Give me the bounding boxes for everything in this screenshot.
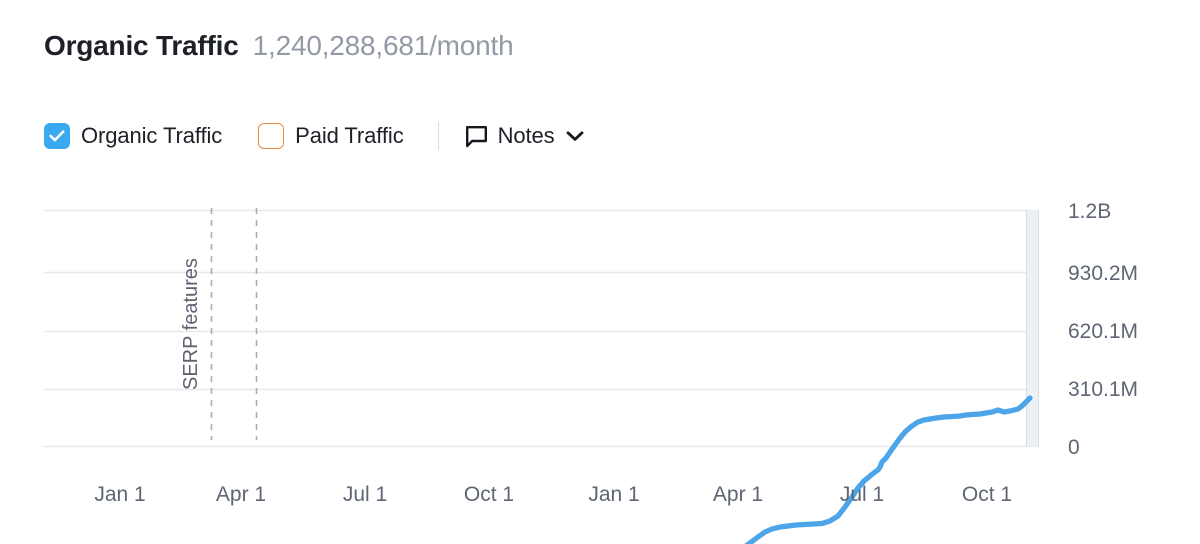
y-tick-label: 1.2B: [1068, 200, 1111, 223]
x-tick-label: Jan 1: [588, 483, 639, 506]
legend-item-organic-traffic[interactable]: Organic Traffic: [44, 123, 222, 149]
y-tick-label: 620.1M: [1068, 320, 1138, 343]
serp-features-annotation[interactable]: SERP features: [180, 208, 257, 440]
x-tick-label: Oct 1: [464, 483, 514, 506]
traffic-value: 1,240,288,681/month: [253, 30, 514, 62]
y-axis-labels: 1.2B 930.2M 620.1M 310.1M 0: [1068, 200, 1138, 459]
legend-item-paid-traffic[interactable]: Paid Traffic: [258, 123, 403, 149]
y-tick-label: 930.2M: [1068, 262, 1138, 285]
note-bubble-icon: [465, 125, 488, 148]
x-tick-label: Jan 1: [94, 483, 145, 506]
x-axis-labels: Jan 1 Apr 1 Jul 1 Oct 1 Jan 1 Apr 1 Jul …: [94, 483, 1012, 506]
traffic-chart[interactable]: SERP features 1.2B 930.2M 620.1M 310.1M …: [0, 190, 1200, 544]
x-tick-label: Jul 1: [343, 483, 387, 506]
x-tick-label: Apr 1: [216, 483, 266, 506]
legend-bar: Organic Traffic Paid Traffic Notes: [44, 118, 585, 154]
legend-divider: [438, 122, 439, 150]
y-tick-label: 310.1M: [1068, 378, 1138, 401]
chevron-down-icon[interactable]: [565, 129, 585, 143]
x-tick-label: Jul 1: [840, 483, 884, 506]
serp-features-label: SERP features: [180, 258, 202, 390]
paid-traffic-checkbox[interactable]: [258, 123, 284, 149]
y-tick-label: 0: [1068, 436, 1080, 459]
widget-header: Organic Traffic 1,240,288,681/month: [44, 30, 514, 62]
page-title: Organic Traffic: [44, 30, 239, 62]
organic-traffic-widget: Organic Traffic 1,240,288,681/month Orga…: [0, 0, 1200, 544]
organic-traffic-checkbox[interactable]: [44, 123, 70, 149]
organic-traffic-line: [45, 398, 1030, 544]
x-tick-label: Oct 1: [962, 483, 1012, 506]
legend-label-paid-traffic: Paid Traffic: [295, 123, 403, 149]
legend-label-organic-traffic: Organic Traffic: [81, 123, 222, 149]
notes-label: Notes: [498, 123, 555, 149]
current-period-band: [1026, 210, 1039, 447]
check-icon: [49, 130, 65, 142]
chart-svg: SERP features 1.2B 930.2M 620.1M 310.1M …: [0, 190, 1200, 544]
x-tick-label: Apr 1: [713, 483, 763, 506]
notes-dropdown[interactable]: Notes: [465, 123, 585, 149]
